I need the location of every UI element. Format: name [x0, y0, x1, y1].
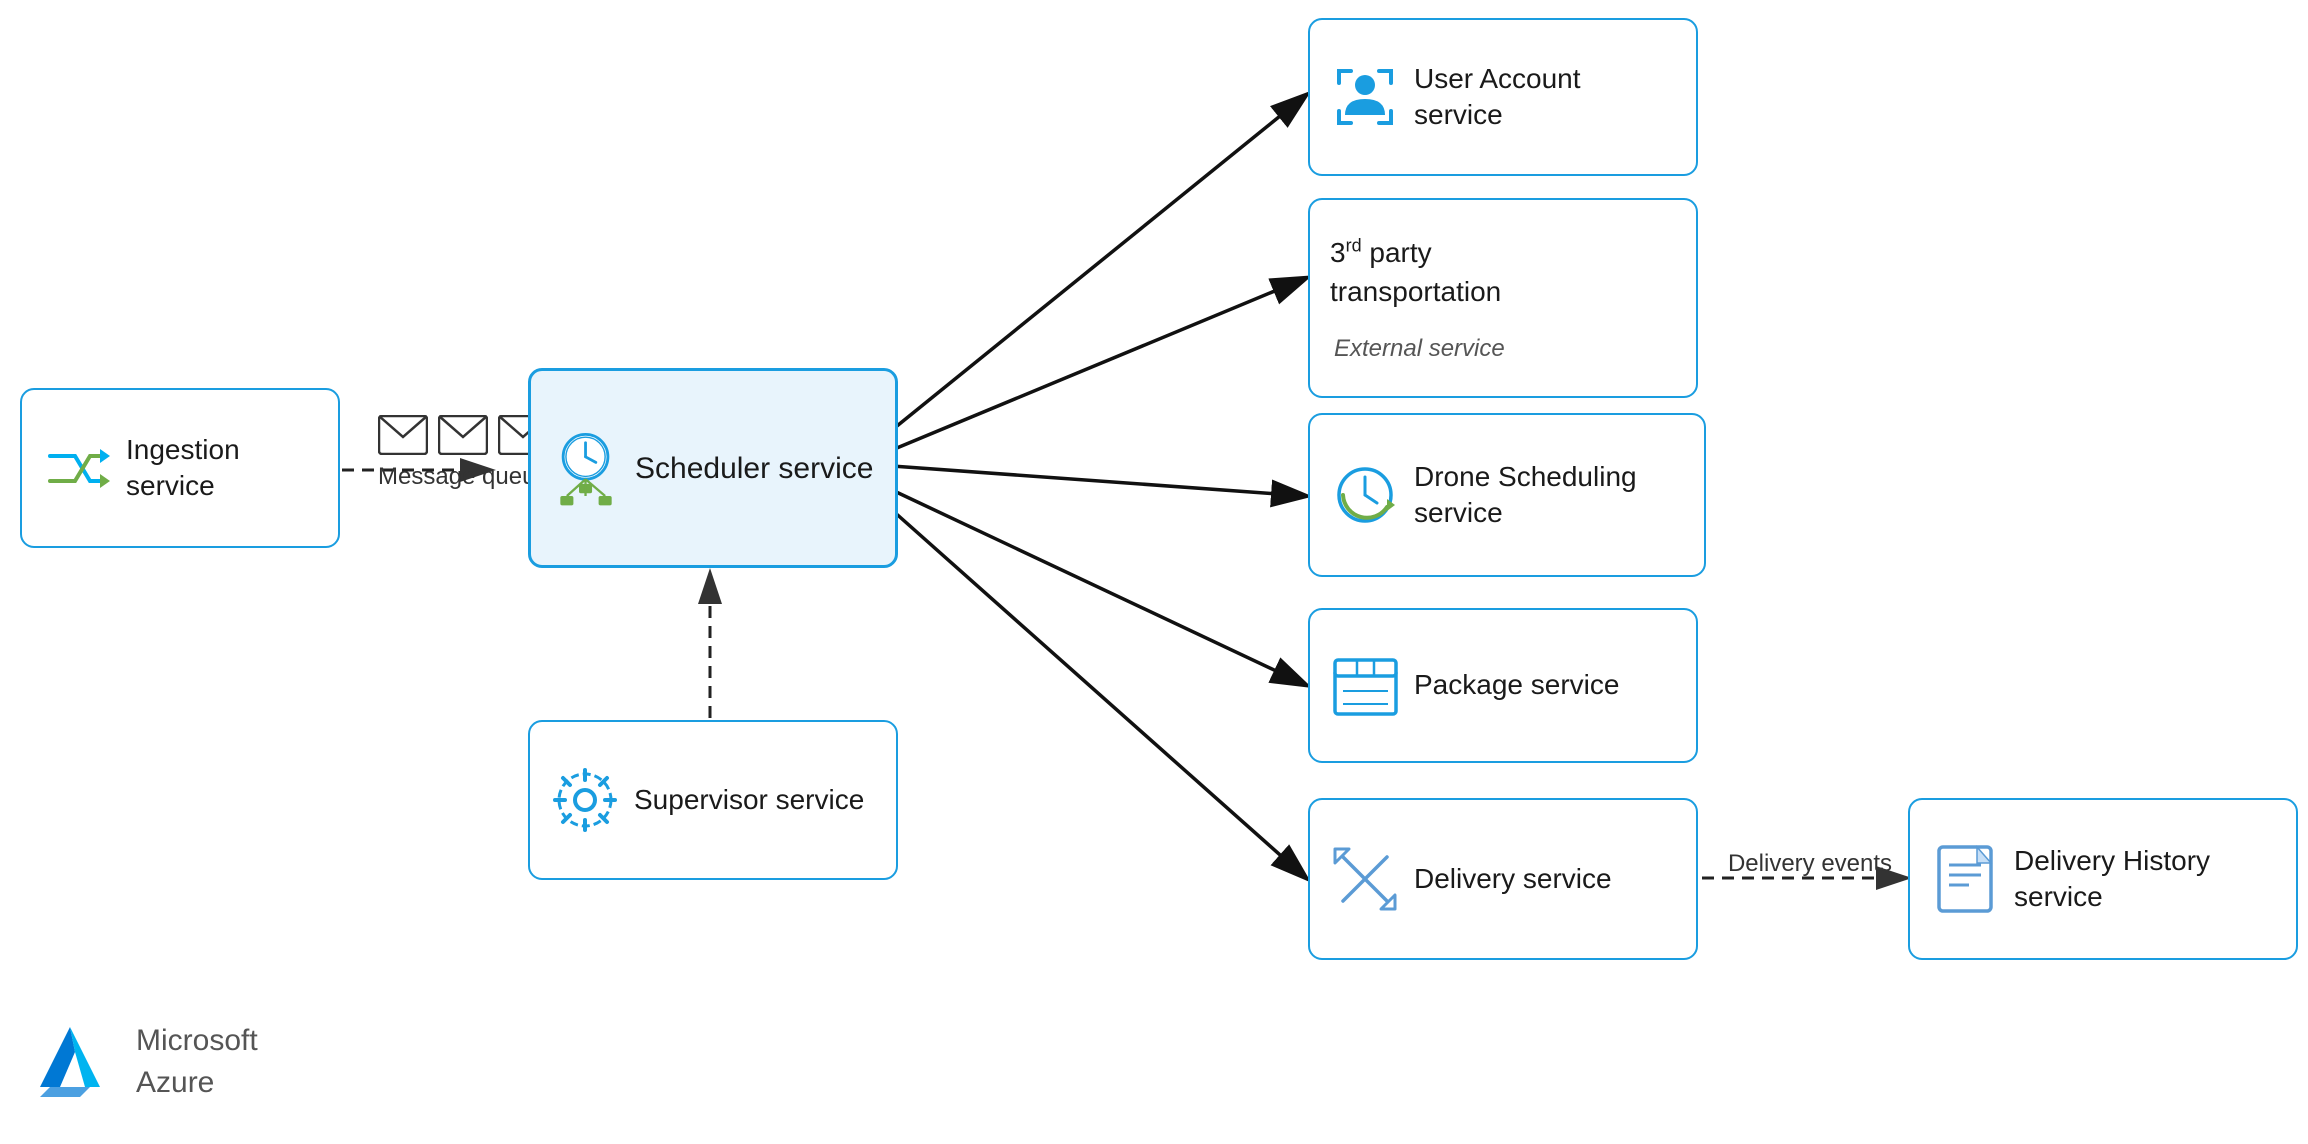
external-service-label: External service [1334, 335, 1505, 362]
third-party-service-box: 3rd partytransportation External service [1308, 198, 1698, 398]
message-queue-label: Message queue [378, 463, 549, 491]
supervisor-icon [550, 765, 620, 835]
scheduler-icon [551, 433, 621, 503]
envelope-icon-2 [438, 415, 488, 455]
delivery-events-area: Delivery events [1710, 850, 1910, 878]
third-party-content: 3rd partytransportation [1330, 233, 1501, 311]
user-account-icon [1330, 62, 1400, 132]
ingestion-service-label: Ingestion service [126, 432, 318, 505]
azure-logo-icon [40, 1027, 120, 1097]
delivery-history-service-label: Delivery History service [2014, 843, 2276, 916]
supervisor-service-label: Supervisor service [634, 782, 864, 818]
user-account-service-box: User Account service [1308, 18, 1698, 176]
drone-scheduling-icon [1330, 460, 1400, 530]
delivery-events-label: Delivery events [1728, 850, 1892, 877]
azure-logo: Microsoft Azure [40, 1020, 258, 1104]
ingestion-service-box: Ingestion service [20, 388, 340, 548]
package-service-box: Package service [1308, 608, 1698, 763]
third-party-text: 3rd partytransportation [1330, 233, 1501, 311]
drone-scheduling-service-box: Drone Scheduling service [1308, 413, 1706, 577]
drone-scheduling-service-label: Drone Scheduling service [1414, 459, 1684, 532]
scheduler-service-box: Scheduler service [528, 368, 898, 568]
queue-icons [378, 415, 548, 455]
package-icon [1330, 651, 1400, 721]
azure-label: Microsoft Azure [136, 1020, 258, 1104]
user-account-service-label: User Account service [1414, 61, 1676, 134]
arrows-svg [0, 0, 2308, 1144]
package-service-label: Package service [1414, 667, 1619, 703]
delivery-history-service-box: Delivery History service [1908, 798, 2298, 960]
delivery-icon [1330, 844, 1400, 914]
message-queue-area: Message queue [378, 415, 549, 491]
envelope-icon-1 [378, 415, 428, 455]
delivery-history-icon [1930, 844, 2000, 914]
delivery-service-label: Delivery service [1414, 861, 1612, 897]
ingestion-icon [42, 433, 112, 503]
supervisor-service-box: Supervisor service [528, 720, 898, 880]
scheduler-service-label: Scheduler service [635, 449, 873, 488]
azure-text: Microsoft Azure [136, 1020, 258, 1104]
third-party-label: 3rd partytransportation [1330, 233, 1501, 311]
diagram: Ingestion service Message queue [0, 0, 2308, 1144]
delivery-service-box: Delivery service [1308, 798, 1698, 960]
